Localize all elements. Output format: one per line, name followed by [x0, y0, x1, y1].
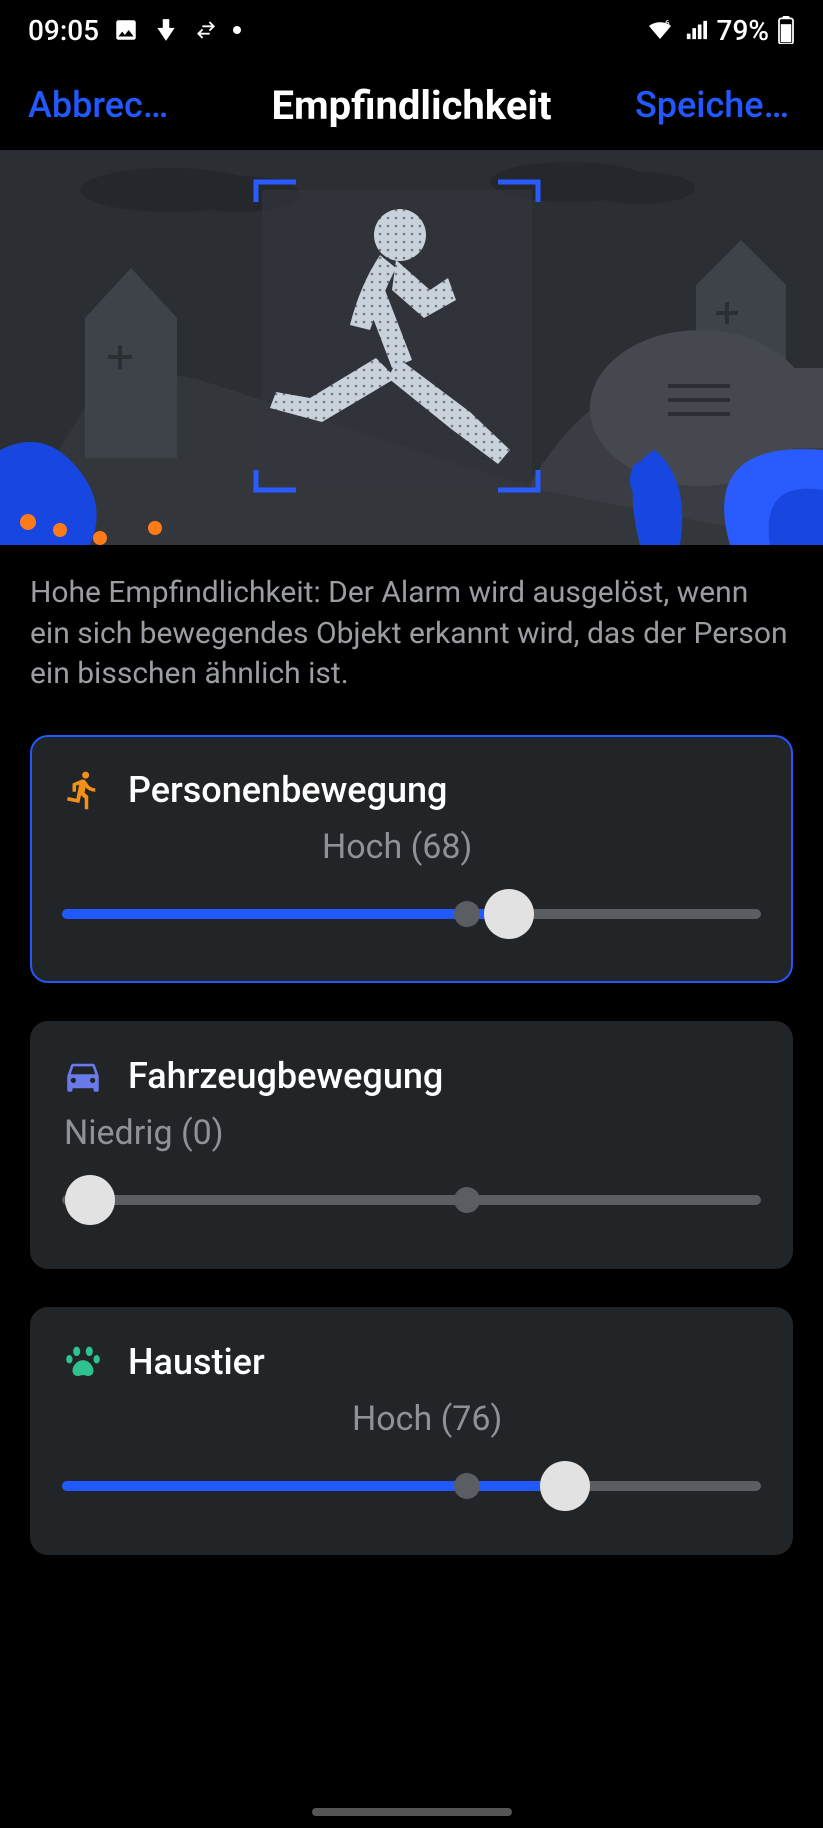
car-icon — [62, 1055, 104, 1097]
card-person[interactable]: Personenbewegung Hoch (68) — [30, 735, 793, 983]
status-time: 09:05 — [28, 14, 99, 47]
card-pet-title: Haustier — [128, 1341, 265, 1383]
nav-bar: Abbrechen Empfindlichkeit Speichern — [0, 60, 823, 150]
notification-dot-icon — [233, 26, 241, 34]
home-indicator[interactable] — [312, 1808, 512, 1816]
card-pet-value: Hoch (76) — [62, 1399, 761, 1439]
paw-icon — [62, 1341, 104, 1383]
person-running-icon — [62, 769, 104, 811]
page-title: Empfindlichkeit — [271, 82, 551, 129]
slider-thumb[interactable] — [484, 889, 534, 939]
cancel-button[interactable]: Abbrechen — [28, 84, 188, 126]
svg-text:6: 6 — [665, 19, 670, 28]
card-vehicle-value: Niedrig (0) — [62, 1113, 761, 1153]
slider-thumb[interactable] — [540, 1461, 590, 1511]
card-person-title: Personenbewegung — [128, 769, 447, 811]
download-icon — [153, 17, 179, 43]
save-button[interactable]: Speichern — [635, 84, 795, 126]
card-vehicle[interactable]: Fahrzeugbewegung Niedrig (0) — [30, 1021, 793, 1269]
hero-illustration — [0, 150, 823, 545]
description-text: Hohe Empfindlichkeit: Der Alarm wird aus… — [0, 545, 823, 715]
image-icon — [113, 17, 139, 43]
battery-icon — [777, 16, 795, 44]
wifi-icon: 6 — [645, 18, 675, 42]
battery-percent: 79% — [717, 14, 769, 47]
slider-thumb[interactable] — [65, 1175, 115, 1225]
status-bar: 09:05 6 79% — [0, 0, 823, 60]
card-pet[interactable]: Haustier Hoch (76) — [30, 1307, 793, 1555]
card-vehicle-title: Fahrzeugbewegung — [128, 1055, 443, 1097]
slider-person[interactable] — [62, 889, 761, 939]
slider-vehicle[interactable] — [62, 1175, 761, 1225]
transfer-icon — [193, 19, 219, 41]
card-person-value: Hoch (68) — [62, 827, 761, 867]
signal-icon — [683, 19, 709, 41]
slider-pet[interactable] — [62, 1461, 761, 1511]
